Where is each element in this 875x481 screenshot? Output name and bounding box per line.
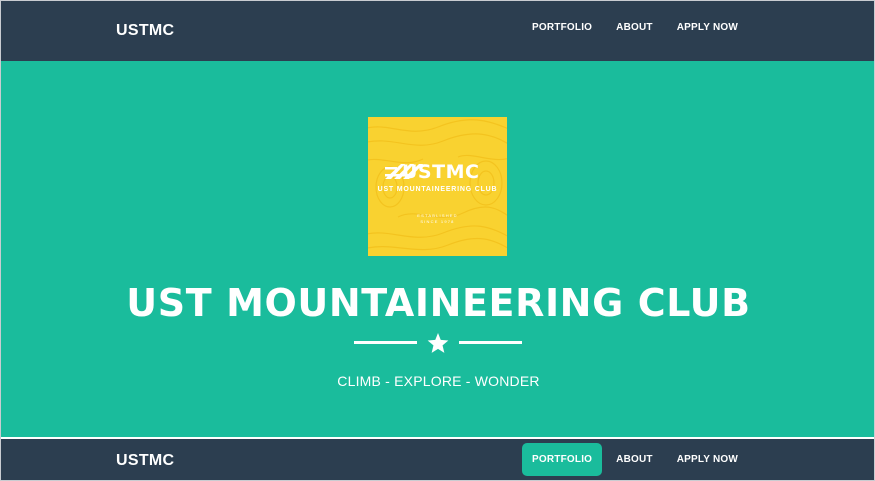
sticky-nav-item-apply-now[interactable]: APPLY NOW bbox=[667, 445, 748, 474]
top-navbar: USTMC PORTFOLIO ABOUT APPLY NOW bbox=[1, 1, 874, 61]
nav-item-apply-now[interactable]: APPLY NOW bbox=[667, 13, 748, 42]
club-logo: USTMC UST MOUNTAINEERING CLUB ESTABLISHE… bbox=[368, 117, 507, 256]
divider-line-right bbox=[459, 341, 522, 344]
logo-title: USTMC bbox=[402, 161, 480, 183]
logo-established-line: ESTABLISHED bbox=[417, 213, 458, 218]
divider-line-left bbox=[354, 341, 417, 344]
sticky-nav-item-portfolio[interactable]: PORTFOLIO bbox=[522, 443, 603, 476]
star-icon bbox=[427, 333, 449, 353]
nav-item-about[interactable]: ABOUT bbox=[606, 13, 663, 42]
star-divider bbox=[354, 333, 522, 353]
browser-viewport: USTMC PORTFOLIO ABOUT APPLY NOW USTMC US… bbox=[0, 0, 875, 481]
sticky-nav-item-about[interactable]: ABOUT bbox=[606, 445, 663, 474]
hero-tagline: CLIMB - EXPLORE - WONDER bbox=[337, 373, 540, 389]
logo-since-line: SINCE 1978 bbox=[420, 219, 455, 224]
sticky-brand-link[interactable]: USTMC bbox=[116, 452, 174, 470]
hero-section: USTMC UST MOUNTAINEERING CLUB ESTABLISHE… bbox=[1, 61, 874, 437]
sticky-navbar: USTMC PORTFOLIO ABOUT APPLY NOW bbox=[1, 439, 874, 480]
top-nav-menu: PORTFOLIO ABOUT APPLY NOW bbox=[522, 13, 748, 42]
nav-item-portfolio[interactable]: PORTFOLIO bbox=[522, 13, 602, 42]
brand-link[interactable]: USTMC bbox=[116, 22, 174, 40]
sticky-nav-menu: PORTFOLIO ABOUT APPLY NOW bbox=[522, 443, 748, 476]
logo-subtitle: UST MOUNTAINEERING CLUB bbox=[377, 186, 498, 193]
hero-title: UST MOUNTAINEERING CLUB bbox=[126, 281, 751, 325]
